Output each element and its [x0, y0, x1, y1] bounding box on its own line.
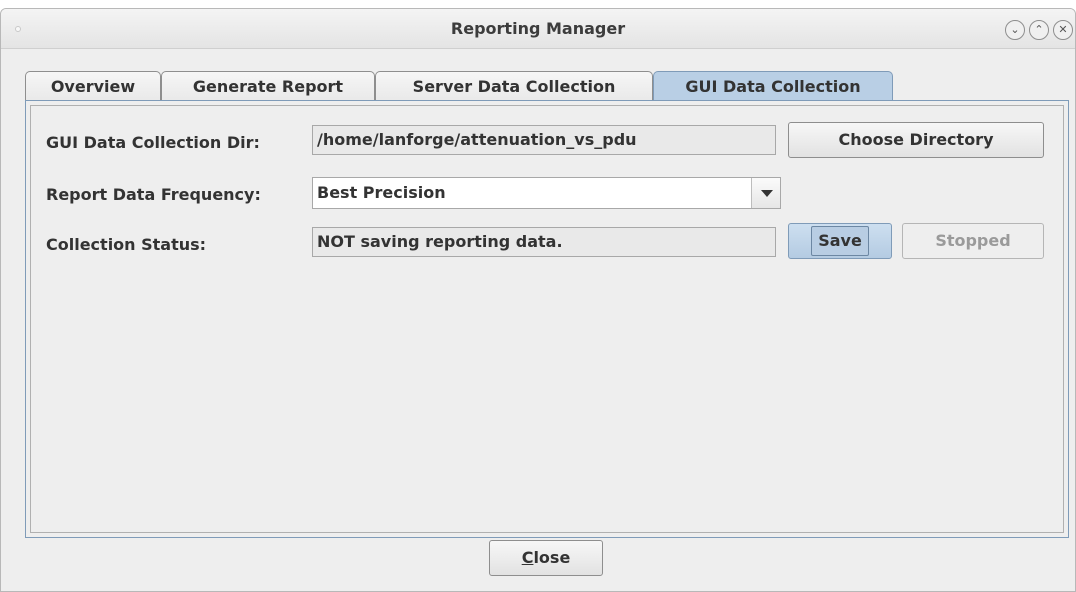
- tab-server-data-collection[interactable]: Server Data Collection: [375, 71, 653, 101]
- close-mnemonic: C: [521, 548, 534, 567]
- collection-status-field: NOT saving reporting data.: [312, 227, 776, 257]
- panel-inner-border: [30, 105, 1064, 533]
- reporting-manager-window: Reporting Manager ⌄ ⌃ ✕ Overview Generat…: [0, 8, 1076, 592]
- dir-label: GUI Data Collection Dir:: [46, 133, 260, 152]
- frequency-selected-value: Best Precision: [317, 183, 446, 202]
- tab-generate-report[interactable]: Generate Report: [161, 71, 375, 101]
- chevron-up-icon: ⌃: [1034, 23, 1044, 36]
- gui-data-collection-panel: [25, 100, 1069, 538]
- save-button[interactable]: Save: [788, 223, 892, 259]
- close-label-rest: lose: [533, 548, 571, 567]
- minimize-button[interactable]: ⌄: [1005, 20, 1025, 40]
- stopped-button[interactable]: Stopped: [902, 223, 1044, 259]
- tab-label: GUI Data Collection: [685, 77, 861, 96]
- tab-gui-data-collection[interactable]: GUI Data Collection: [653, 71, 893, 102]
- window-title: Reporting Manager: [450, 19, 626, 38]
- tab-label: Server Data Collection: [412, 77, 616, 96]
- maximize-button[interactable]: ⌃: [1029, 20, 1049, 40]
- dir-path-field[interactable]: /home/lanforge/attenuation_vs_pdu: [312, 125, 776, 155]
- save-button-label: Save: [811, 226, 869, 256]
- dropdown-arrow-icon[interactable]: [751, 178, 780, 208]
- close-button[interactable]: Close: [489, 540, 603, 576]
- chevron-down-icon: ⌄: [1010, 23, 1020, 36]
- choose-directory-button[interactable]: Choose Directory: [788, 122, 1044, 158]
- frequency-select[interactable]: Best Precision: [312, 177, 781, 209]
- tab-overview[interactable]: Overview: [25, 71, 161, 101]
- tab-label: Generate Report: [192, 77, 344, 96]
- frequency-label: Report Data Frequency:: [46, 185, 261, 204]
- tab-label: Overview: [50, 77, 136, 96]
- close-icon: ✕: [1058, 23, 1068, 36]
- close-window-button[interactable]: ✕: [1053, 20, 1073, 40]
- title-bar[interactable]: Reporting Manager ⌄ ⌃ ✕: [1, 9, 1075, 49]
- status-label: Collection Status:: [46, 235, 207, 254]
